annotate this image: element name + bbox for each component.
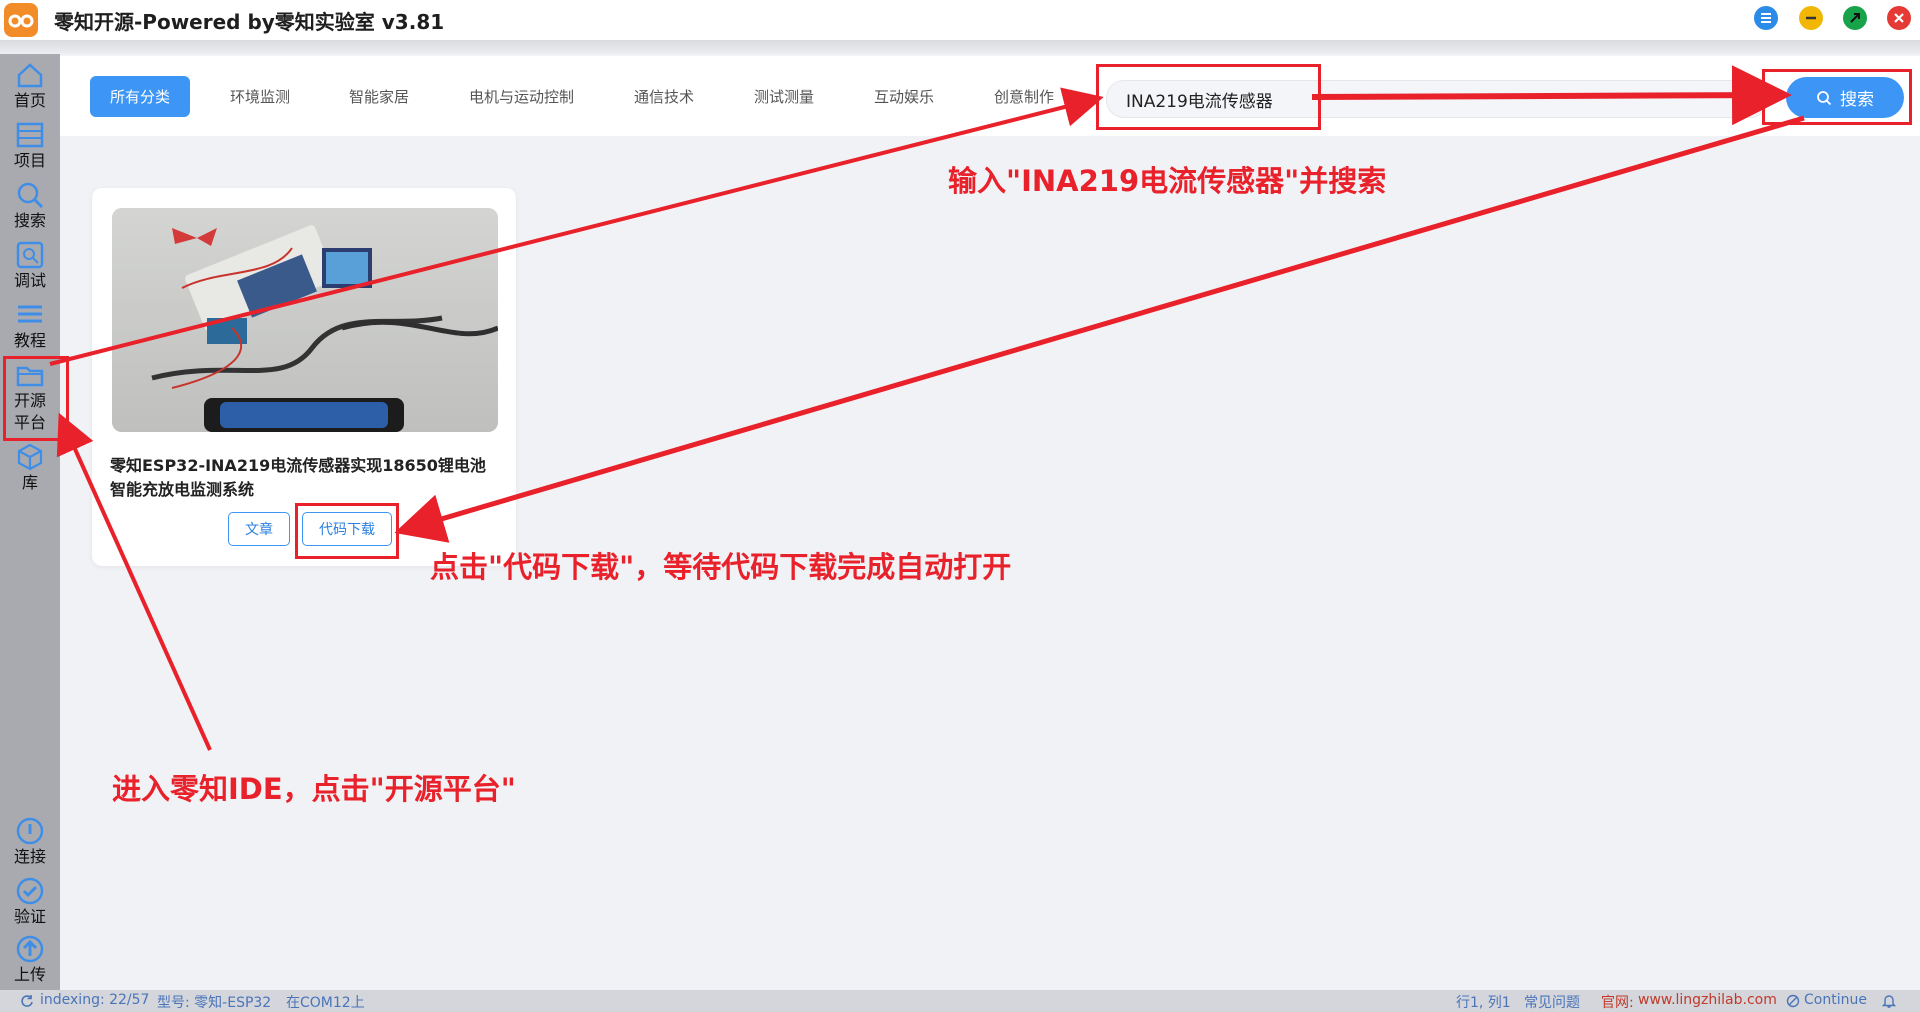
project-thumbnail[interactable]: [112, 208, 498, 432]
menu-icon[interactable]: [1754, 6, 1778, 30]
project-title[interactable]: 零知ESP32-INA219电流传感器实现18650锂电池智能充放电监测系统: [110, 454, 500, 502]
connect-icon: [16, 817, 44, 845]
faq-link[interactable]: 常见问题: [1524, 992, 1580, 1012]
tab-all-categories[interactable]: 所有分类: [90, 76, 190, 117]
sidebar-item-label: 连接: [13, 847, 46, 866]
tab-smart-home[interactable]: 智能家居: [349, 86, 409, 107]
tab-environment[interactable]: 环境监测: [230, 86, 290, 107]
sidebar-item-search[interactable]: 搜索: [0, 180, 60, 232]
indexing-status: indexing: 22/57: [40, 992, 150, 1008]
tab-creative[interactable]: 创意制作: [994, 86, 1054, 107]
sidebar-item-label: 调试: [13, 271, 46, 290]
sidebar-highlight-box: [3, 356, 69, 441]
continue-icon: [1786, 994, 1800, 1008]
sidebar-item-upload[interactable]: 上传: [0, 934, 60, 986]
maximize-icon[interactable]: [1843, 6, 1867, 30]
search-icon: [17, 182, 44, 209]
sync-icon: [21, 995, 33, 1007]
library-icon: [17, 443, 43, 471]
tutorial-icon: [18, 305, 42, 323]
continue-status[interactable]: Continue: [1804, 992, 1867, 1008]
search-button-highlight-box: [1762, 69, 1912, 125]
tab-communication[interactable]: 通信技术: [634, 86, 694, 107]
download-highlight-box: [295, 503, 399, 559]
sidebar-item-label: 项目: [13, 151, 46, 170]
status-bar: indexing: 22/57 型号: 零知-ESP32 在COM12上 行1,…: [0, 990, 1920, 1012]
close-icon[interactable]: [1887, 6, 1911, 30]
website-link[interactable]: www.lingzhilab.com: [1638, 992, 1777, 1008]
sidebar-item-home[interactable]: 首页: [0, 60, 60, 112]
cursor-position[interactable]: 行1, 列1: [1456, 992, 1511, 1012]
sidebar-item-tutorial[interactable]: 教程: [0, 300, 60, 352]
port-status[interactable]: 在COM12上: [286, 992, 365, 1012]
article-button[interactable]: 文章: [228, 512, 290, 546]
sidebar-item-label: 首页: [13, 91, 46, 110]
annotation-download: 点击"代码下载"，等待代码下载完成自动打开: [430, 550, 1012, 584]
project-icon: [16, 122, 44, 148]
sidebar-item-library[interactable]: 库: [0, 442, 60, 494]
sidebar-item-label: 上传: [13, 965, 46, 984]
sidebar-item-label: 验证: [13, 907, 46, 926]
sidebar: 首页 项目 搜索 调试 教程 开源 平台 库 连接 验证 上传: [0, 54, 60, 990]
upload-icon: [16, 935, 44, 963]
title-divider: [0, 40, 1920, 54]
minimize-icon[interactable]: [1799, 6, 1823, 30]
verify-icon: [16, 877, 44, 905]
board-model[interactable]: 型号: 零知-ESP32: [157, 992, 271, 1012]
sidebar-item-verify[interactable]: 验证: [0, 876, 60, 928]
window-title: 零知开源-Powered by零知实验室 v3.81: [54, 10, 445, 34]
debug-icon: [16, 241, 44, 269]
sidebar-item-debug[interactable]: 调试: [0, 240, 60, 292]
home-icon: [17, 63, 43, 88]
bell-icon[interactable]: [1882, 993, 1896, 1009]
title-bar: 零知开源-Powered by零知实验室 v3.81: [0, 0, 1920, 40]
annotation-search: 输入"INA219电流传感器"并搜索: [948, 164, 1387, 198]
sidebar-item-label: 库: [21, 473, 38, 492]
website-label: 官网:: [1601, 995, 1634, 1011]
tab-motor-control[interactable]: 电机与运动控制: [469, 86, 574, 107]
app-logo-icon: [4, 3, 38, 37]
search-highlight-box: [1096, 64, 1321, 130]
tab-test-measure[interactable]: 测试测量: [754, 86, 814, 107]
sidebar-item-project[interactable]: 项目: [0, 120, 60, 172]
sidebar-item-label: 搜索: [13, 211, 46, 230]
tab-entertainment[interactable]: 互动娱乐: [874, 86, 934, 107]
sidebar-item-label: 教程: [13, 331, 46, 350]
sidebar-item-connect[interactable]: 连接: [0, 816, 60, 868]
annotation-platform: 进入零知IDE，点击"开源平台": [112, 772, 516, 806]
